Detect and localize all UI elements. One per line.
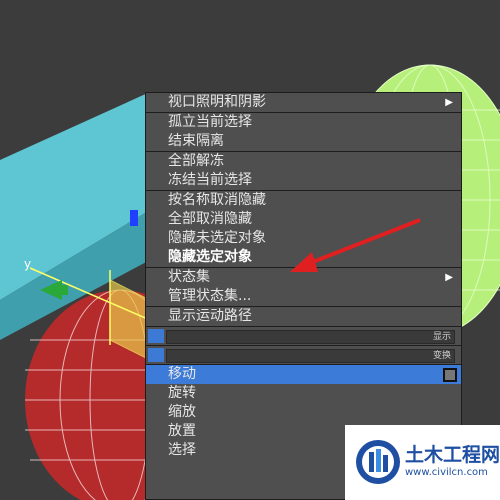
menu-item[interactable]: 显示运动路径 <box>146 307 461 326</box>
menu-item-label: 结束隔离 <box>168 133 224 149</box>
menu-item-label: 视口照明和阴影 <box>168 94 266 110</box>
quad-bar-label: 显示 <box>432 332 451 342</box>
menu-item[interactable]: 隐藏选定对象 <box>146 248 461 267</box>
menu-section: 显示运动路径 <box>146 306 461 326</box>
menu-item-label: 管理状态集... <box>168 288 252 304</box>
menu-item-label: 孤立当前选择 <box>168 114 252 130</box>
watermark-logo: 土木工程网 www.civilcn.com <box>345 425 500 500</box>
quad-header-bar[interactable]: 显示 <box>146 326 461 345</box>
menu-bars: 显示 变换 <box>146 326 461 364</box>
menu-section: 视口照明和阴影 ▶ <box>146 93 461 112</box>
menu-item[interactable]: 全部解冻 <box>146 152 461 171</box>
menu-item-label: 冻结当前选择 <box>168 172 252 188</box>
menu-section: 按名称取消隐藏 全部取消隐藏 隐藏未选定对象 隐藏选定对象 <box>146 190 461 267</box>
quad-bar-label: 变换 <box>432 351 451 361</box>
menu-item[interactable]: 状态集 ▶ <box>146 268 461 287</box>
menu-item[interactable]: 孤立当前选择 <box>146 113 461 132</box>
watermark-title: 土木工程网 <box>405 444 500 466</box>
transform-item[interactable]: 缩放 <box>146 403 461 422</box>
quad-header-bar[interactable]: 变换 <box>146 345 461 364</box>
quad-bar-track <box>166 349 455 363</box>
menu-section: 孤立当前选择 结束隔离 <box>146 112 461 151</box>
menu-item-label: 显示运动路径 <box>168 308 252 324</box>
menu-item[interactable]: 按名称取消隐藏 <box>146 191 461 210</box>
transform-item[interactable]: 移动 <box>146 365 461 384</box>
menu-item-label: 隐藏选定对象 <box>168 249 252 265</box>
transform-item-label: 缩放 <box>168 404 196 420</box>
menu-item[interactable]: 视口照明和阴影 ▶ <box>146 93 461 112</box>
civilcn-logo-icon <box>356 440 400 484</box>
submenu-arrow-icon: ▶ <box>445 97 453 108</box>
menu-section: 状态集 ▶ 管理状态集... <box>146 267 461 306</box>
axis-label: y <box>24 257 31 271</box>
menu-sections: 视口照明和阴影 ▶ 孤立当前选择 结束隔离 全部解冻 冻结当前选择 按名称取消隐藏 全部取消隐… <box>146 93 461 326</box>
settings-box-icon[interactable] <box>443 368 457 382</box>
transform-item-label: 放置 <box>168 423 196 439</box>
blue-handle[interactable] <box>130 210 138 226</box>
menu-item[interactable]: 结束隔离 <box>146 132 461 151</box>
menu-item-label: 隐藏未选定对象 <box>168 230 266 246</box>
submenu-arrow-icon: ▶ <box>445 272 453 283</box>
watermark-url: www.civilcn.com <box>405 467 488 478</box>
menu-item-label: 全部解冻 <box>168 153 224 169</box>
transform-item[interactable]: 旋转 <box>146 384 461 403</box>
menu-item[interactable]: 隐藏未选定对象 <box>146 229 461 248</box>
quad-bar-track <box>166 330 455 344</box>
menu-item[interactable]: 管理状态集... <box>146 287 461 306</box>
menu-item-label: 按名称取消隐藏 <box>168 192 266 208</box>
transform-item-label: 选择 <box>168 442 196 458</box>
menu-item-label: 状态集 <box>168 269 210 285</box>
quad-color-swatch <box>148 329 164 343</box>
quad-color-swatch <box>148 348 164 362</box>
transform-item-label: 旋转 <box>168 385 196 401</box>
menu-item[interactable]: 全部取消隐藏 <box>146 210 461 229</box>
menu-section: 全部解冻冻结当前选择 <box>146 151 461 190</box>
transform-item-label: 移动 <box>168 366 196 382</box>
menu-item-label: 全部取消隐藏 <box>168 211 252 227</box>
menu-item[interactable]: 冻结当前选择 <box>146 171 461 190</box>
